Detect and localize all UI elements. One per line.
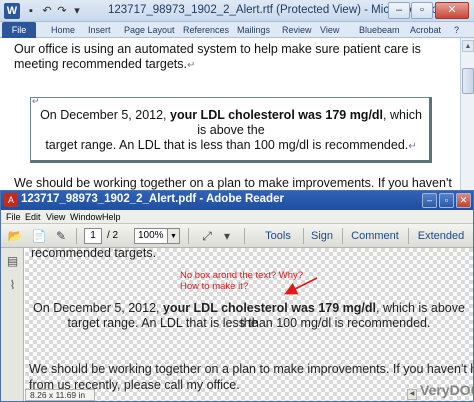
word-window: W ▪ ↶ ↷ ▾ 123717_98973_1902_2_Alert.rtf … [0, 0, 474, 190]
zoom-dropdown-icon[interactable]: ▼ [168, 228, 180, 244]
toolbar-separator [342, 228, 343, 244]
toolbar-separator [408, 228, 409, 244]
toolbar-separator [76, 228, 77, 244]
page-number-input[interactable]: 1 [84, 228, 102, 244]
toolbar-separator [244, 228, 245, 244]
save-icon[interactable]: ▪ [24, 4, 38, 18]
tab-bluebeam[interactable]: Bluebeam [359, 22, 400, 38]
page-size-indicator: 8.26 x 11.69 in [25, 389, 95, 401]
menu-edit[interactable]: Edit [25, 211, 41, 223]
reader-maximize-button[interactable]: ▫ [439, 193, 454, 208]
tools-button[interactable]: Tools [259, 228, 297, 244]
pdf-line-bottom-1: We should be working together on a plan … [29, 362, 473, 376]
word-app-icon[interactable]: W [4, 3, 20, 19]
fit-page-icon[interactable]: ⤢ [199, 228, 215, 244]
reader-title-bar[interactable]: A 123717_98973_1902_2_Alert.pdf - Adobe … [1, 191, 473, 210]
tab-file[interactable]: File [2, 22, 36, 38]
edit-icon[interactable]: ✎ [53, 228, 69, 244]
tab-home[interactable]: Home [51, 22, 75, 38]
reader-window-title: 123717_98973_1902_2_Alert.pdf - Adobe Re… [21, 193, 284, 205]
close-button[interactable]: ✕ [435, 2, 469, 19]
create-pdf-icon[interactable]: 📄 [31, 228, 47, 244]
open-icon[interactable]: 📂 [7, 228, 23, 244]
minimize-button[interactable]: – [388, 2, 410, 19]
navigation-pane: ▤ ⌇ [1, 248, 24, 401]
watermark: VeryDOC [420, 382, 474, 398]
toolbar-separator [303, 228, 304, 244]
fit-dropdown-icon[interactable]: ▾ [219, 228, 235, 244]
toolbar-separator [188, 228, 189, 244]
menu-view[interactable]: View [46, 211, 65, 223]
box-text: On December 5, 2012, your LDL cholestero… [40, 108, 422, 152]
reader-toolbar: 📂 📄 ✎ 1 / 2 100% ▼ ⤢ ▾ Tools Sign Commen… [1, 224, 473, 248]
tab-view[interactable]: View [320, 22, 339, 38]
undo-icon[interactable]: ↶ [40, 4, 54, 18]
help-icon[interactable]: ? [454, 22, 459, 38]
zoom-input[interactable]: 100% [134, 228, 168, 244]
paragraph-mark: ↵ [408, 141, 417, 152]
word-paragraph-1: Our office is using an automated system … [14, 42, 421, 71]
paragraph-mark: ↵ [187, 60, 196, 71]
scroll-thumb[interactable] [462, 68, 474, 94]
tab-page-layout[interactable]: Page Layout [124, 22, 175, 38]
extended-button[interactable]: Extended [413, 228, 469, 244]
word-ribbon-tabs: File Home Insert Page Layout References … [0, 22, 474, 38]
bordered-text-box: On December 5, 2012, your LDL cholestero… [30, 97, 432, 163]
tab-acrobat[interactable]: Acrobat [410, 22, 441, 38]
document-canvas[interactable]: recommended targets. No box arond the te… [25, 248, 473, 401]
customize-toolbar-icon[interactable]: ▾ [70, 4, 84, 18]
scroll-up-icon[interactable]: ▲ [462, 40, 474, 52]
sign-button[interactable]: Sign [307, 228, 337, 244]
menu-help[interactable]: Help [102, 211, 121, 223]
scroll-left-icon[interactable]: ◀ [407, 389, 417, 400]
page-thumbnails-icon[interactable]: ▤ [6, 254, 19, 269]
menu-file[interactable]: File [6, 211, 21, 223]
word-vertical-scrollbar[interactable]: ▲ [460, 38, 474, 190]
reader-close-button[interactable]: ✕ [456, 193, 471, 208]
tab-mailings[interactable]: Mailings [237, 22, 270, 38]
comment-button[interactable]: Comment [347, 228, 403, 244]
attachments-icon[interactable]: ⌇ [6, 278, 19, 293]
reader-window: A 123717_98973_1902_2_Alert.pdf - Adobe … [0, 190, 474, 402]
menu-window[interactable]: Window [70, 211, 102, 223]
maximize-button[interactable]: ▫ [411, 2, 433, 19]
tab-insert[interactable]: Insert [88, 22, 111, 38]
tab-references[interactable]: References [183, 22, 229, 38]
word-document-area[interactable]: Our office is using an automated system … [0, 38, 460, 190]
adobe-reader-icon[interactable]: A [4, 193, 18, 207]
redo-icon[interactable]: ↷ [55, 4, 69, 18]
reader-minimize-button[interactable]: – [422, 193, 437, 208]
reader-menu-bar: File Edit View Window Help [1, 210, 473, 224]
tab-review[interactable]: Review [282, 22, 312, 38]
page-total: / 2 [107, 230, 119, 241]
word-paragraph-2: We should be working together on a plan … [14, 176, 454, 190]
pdf-center-line-2: target range. An LDL that is less than 1… [67, 316, 431, 330]
word-title-bar[interactable]: W ▪ ↶ ↷ ▾ 123717_98973_1902_2_Alert.rtf … [0, 0, 474, 22]
